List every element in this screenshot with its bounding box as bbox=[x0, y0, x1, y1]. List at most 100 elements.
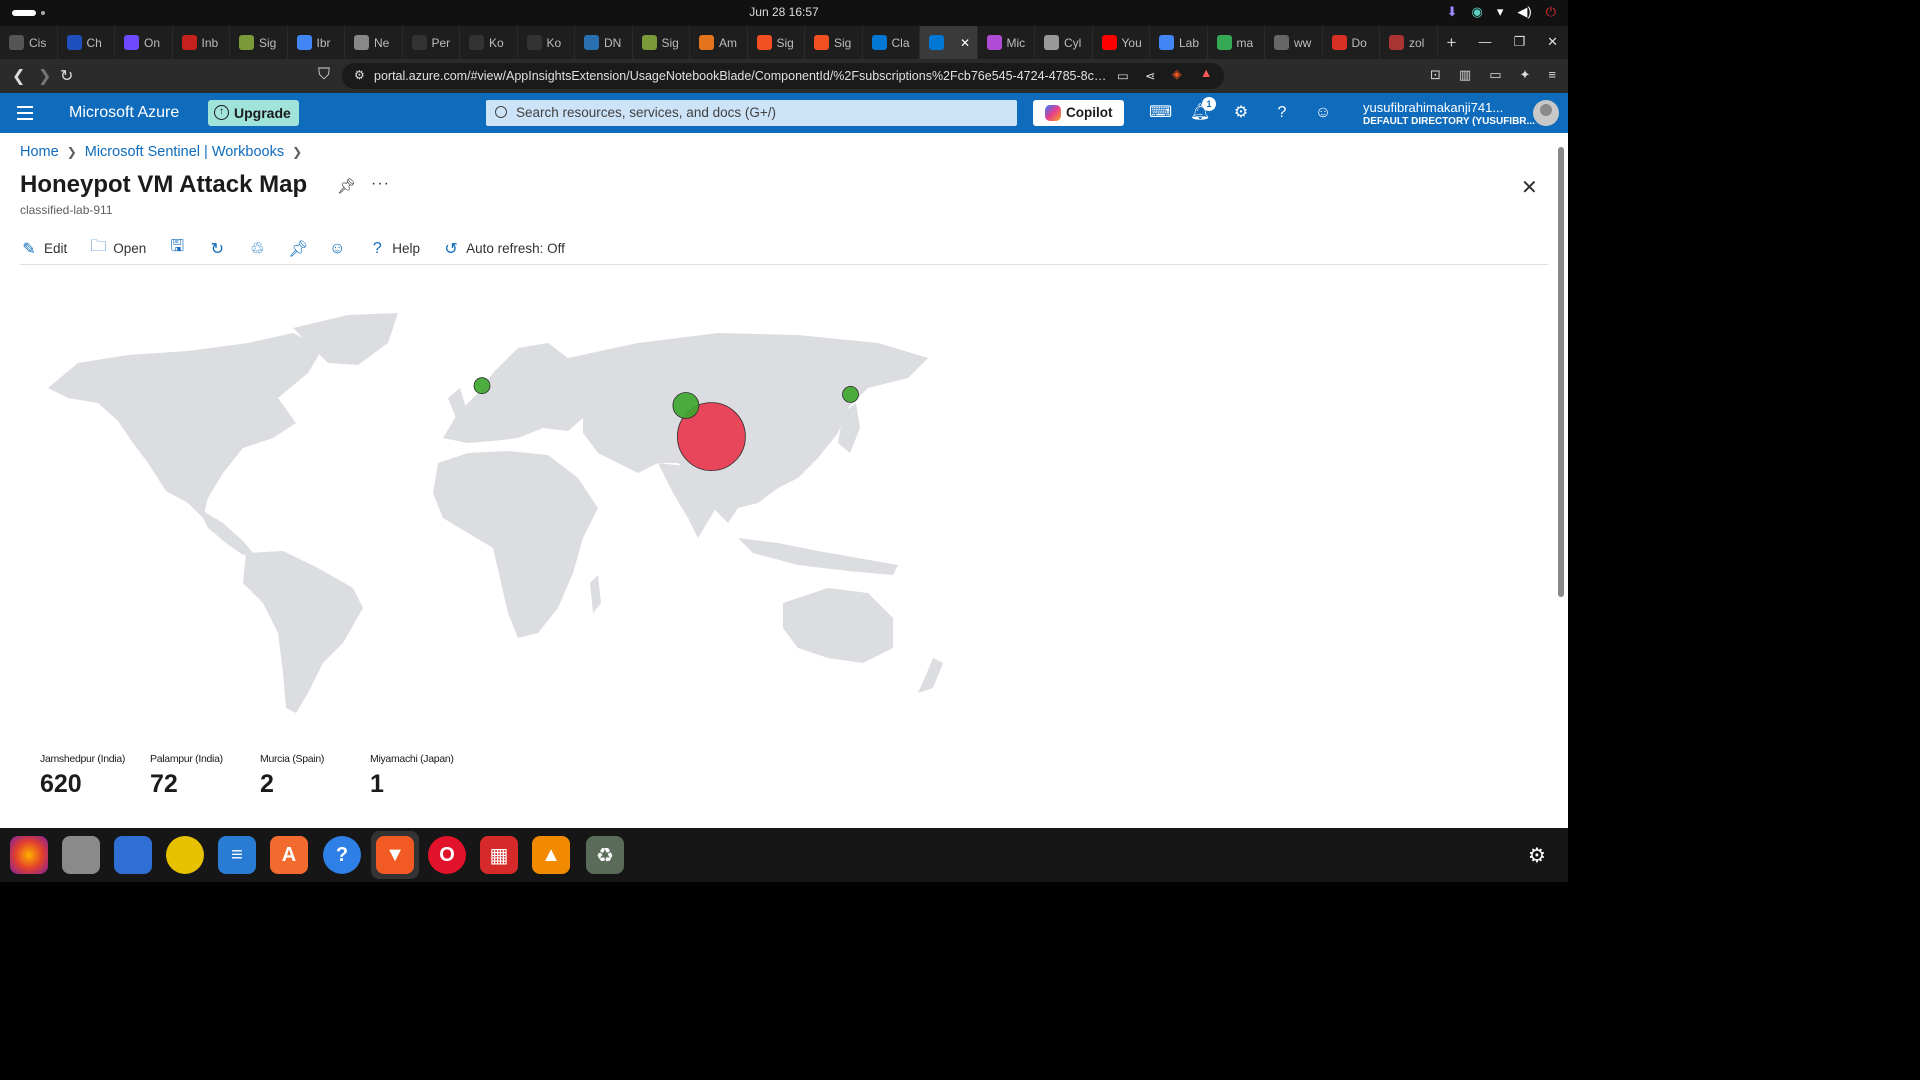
extensions-icon[interactable]: ⊡ bbox=[1430, 67, 1441, 83]
open-button[interactable]: 🗀︎ Open bbox=[89, 235, 146, 263]
tab-title: Cyl bbox=[1064, 35, 1082, 50]
bookmark-icon[interactable]: ⛉ bbox=[318, 66, 330, 84]
browser-tab[interactable]: On bbox=[115, 26, 173, 59]
trash-icon[interactable]: ♻ bbox=[586, 836, 624, 874]
attack-bubble[interactable] bbox=[842, 386, 859, 403]
browser-tab[interactable]: Am bbox=[690, 26, 748, 59]
browser-tab[interactable]: Do bbox=[1323, 26, 1380, 59]
browser-tab[interactable]: ✕ bbox=[920, 26, 978, 59]
thunderbird-icon[interactable] bbox=[114, 836, 152, 874]
system-clock[interactable]: Jun 28 16:57 bbox=[0, 5, 1568, 19]
site-settings-icon[interactable]: ⚙ bbox=[354, 68, 365, 82]
volume-icon[interactable]: ◀) bbox=[1517, 4, 1531, 20]
writer-icon[interactable]: ≡ bbox=[218, 836, 256, 874]
account-menu[interactable]: yusufibrahimakanji741... DEFAULT DIRECTO… bbox=[1363, 100, 1535, 127]
close-icon[interactable]: ✕ bbox=[1521, 175, 1538, 200]
pin-icon[interactable]: 📌︎ bbox=[337, 177, 356, 195]
copilot-button[interactable]: Copilot bbox=[1033, 100, 1124, 126]
browser-tab[interactable]: ma bbox=[1208, 26, 1265, 59]
new-tab-button[interactable]: + bbox=[1438, 33, 1466, 53]
app-grid-red-icon[interactable]: ▦ bbox=[480, 836, 518, 874]
browser-tab[interactable]: Lab bbox=[1150, 26, 1208, 59]
edit-button[interactable]: ✎ Edit bbox=[20, 235, 67, 263]
browser-tab[interactable]: ww bbox=[1265, 26, 1323, 59]
minimize-icon[interactable]: — bbox=[1478, 34, 1491, 50]
scrollbar-thumb[interactable] bbox=[1558, 147, 1564, 597]
browser-tab[interactable]: Sig bbox=[633, 26, 690, 59]
brave-rewards-icon[interactable]: ▲ bbox=[1200, 66, 1212, 80]
reload-icon[interactable]: ↻ bbox=[60, 66, 73, 86]
forward-icon[interactable]: ❯ bbox=[38, 66, 51, 86]
feedback-button[interactable]: ☺ bbox=[328, 235, 346, 263]
files-icon[interactable] bbox=[62, 836, 100, 874]
help-icon[interactable]: ? bbox=[1272, 103, 1292, 123]
rhythmbox-icon[interactable] bbox=[166, 836, 204, 874]
vpn-icon[interactable]: ◉ bbox=[1472, 4, 1483, 20]
address-bar[interactable]: ⚙ portal.azure.com/#view/AppInsightsExte… bbox=[342, 63, 1224, 89]
app-center-icon[interactable]: A bbox=[270, 836, 308, 874]
browser-tab[interactable]: Sig bbox=[805, 26, 863, 59]
cloud-shell-icon[interactable]: ⌨ bbox=[1149, 103, 1172, 123]
vlc-icon[interactable]: ▲ bbox=[532, 836, 570, 874]
cast-icon[interactable]: ▭ bbox=[1117, 68, 1129, 83]
vertical-scrollbar[interactable] bbox=[1556, 133, 1566, 693]
avatar[interactable] bbox=[1533, 100, 1559, 126]
help-button[interactable]: ? Help bbox=[368, 235, 420, 263]
wifi-icon[interactable]: ▾ bbox=[1497, 4, 1504, 20]
refresh-button[interactable]: ↻ bbox=[208, 235, 226, 263]
attack-map[interactable] bbox=[38, 303, 958, 723]
customize-button[interactable]: ♲ bbox=[248, 235, 266, 263]
hamburger-icon[interactable] bbox=[17, 106, 33, 120]
browser-tab[interactable]: Ko bbox=[460, 26, 518, 59]
browser-tab[interactable]: Cla bbox=[863, 26, 920, 59]
help-app-icon[interactable]: ? bbox=[323, 836, 361, 874]
update-icon[interactable]: ⬇ bbox=[1447, 4, 1458, 20]
workbook-blade: Home ❯ Microsoft Sentinel | Workbooks ❯ … bbox=[0, 133, 1568, 828]
azure-icon bbox=[929, 35, 944, 50]
browser-tab[interactable]: Ko bbox=[518, 26, 575, 59]
brave-icon[interactable]: ▼ bbox=[376, 836, 414, 874]
opera-icon[interactable]: O bbox=[428, 836, 466, 874]
sidebar-icon[interactable]: ▥ bbox=[1459, 67, 1471, 83]
browser-tab[interactable]: DN bbox=[575, 26, 633, 59]
browser-tab[interactable]: Sig bbox=[748, 26, 805, 59]
browser-tab[interactable]: Sig bbox=[230, 26, 288, 59]
attack-bubble[interactable] bbox=[473, 377, 491, 395]
browser-tab[interactable]: Ne bbox=[345, 26, 403, 59]
auto-refresh-button[interactable]: ↺ Auto refresh: Off bbox=[442, 235, 565, 263]
browser-tab[interactable]: Cis bbox=[0, 26, 58, 59]
browser-tab[interactable]: Cyl bbox=[1035, 26, 1093, 59]
browser-tab[interactable]: Ch bbox=[58, 26, 115, 59]
share-icon[interactable]: ⋖ bbox=[1145, 68, 1155, 83]
back-icon[interactable]: ❮ bbox=[12, 66, 25, 86]
more-options-icon[interactable]: ··· bbox=[371, 175, 390, 193]
firefox-icon[interactable] bbox=[10, 836, 48, 874]
feedback-icon[interactable]: ☺ bbox=[1313, 103, 1333, 123]
leo-ai-icon[interactable]: ✦ bbox=[1520, 67, 1531, 83]
show-apps-icon[interactable]: ⚙ bbox=[1518, 836, 1556, 874]
breadcrumb-home[interactable]: Home bbox=[20, 144, 59, 160]
close-tab-icon[interactable]: ✕ bbox=[960, 36, 970, 50]
power-icon[interactable]: ⏻ bbox=[1546, 4, 1556, 20]
system-tray[interactable]: ⬇ ◉ ▾ ◀) ⏻ bbox=[1447, 4, 1556, 20]
save-button[interactable]: 🖫︎ bbox=[168, 235, 186, 263]
upgrade-button[interactable]: ↑ Upgrade bbox=[208, 100, 299, 126]
attack-bubble[interactable] bbox=[672, 392, 700, 419]
browser-tab[interactable]: Ibr bbox=[288, 26, 345, 59]
brave-shields-icon[interactable]: ◈ bbox=[1172, 66, 1182, 81]
maximize-icon[interactable]: ❐ bbox=[1513, 34, 1525, 50]
wallet-icon[interactable]: ▭ bbox=[1489, 67, 1501, 83]
browser-tab[interactable]: Mic bbox=[978, 26, 1035, 59]
settings-icon[interactable]: ⚙ bbox=[1231, 103, 1251, 123]
browser-menu-icon[interactable]: ≡ bbox=[1548, 67, 1556, 83]
browser-tab[interactable]: Inb bbox=[173, 26, 230, 59]
pin-button[interactable]: 📌︎ bbox=[288, 235, 308, 263]
close-window-icon[interactable]: ✕ bbox=[1547, 34, 1558, 50]
browser-tab[interactable]: Per bbox=[403, 26, 460, 59]
browser-tab[interactable]: You bbox=[1093, 26, 1150, 59]
browser-tab[interactable]: zol bbox=[1380, 26, 1438, 59]
world-map[interactable] bbox=[38, 303, 958, 723]
global-search-input[interactable]: Search resources, services, and docs (G+… bbox=[486, 100, 1017, 126]
azure-brand[interactable]: Microsoft Azure bbox=[69, 104, 179, 122]
breadcrumb-workbooks[interactable]: Microsoft Sentinel | Workbooks bbox=[85, 144, 284, 160]
